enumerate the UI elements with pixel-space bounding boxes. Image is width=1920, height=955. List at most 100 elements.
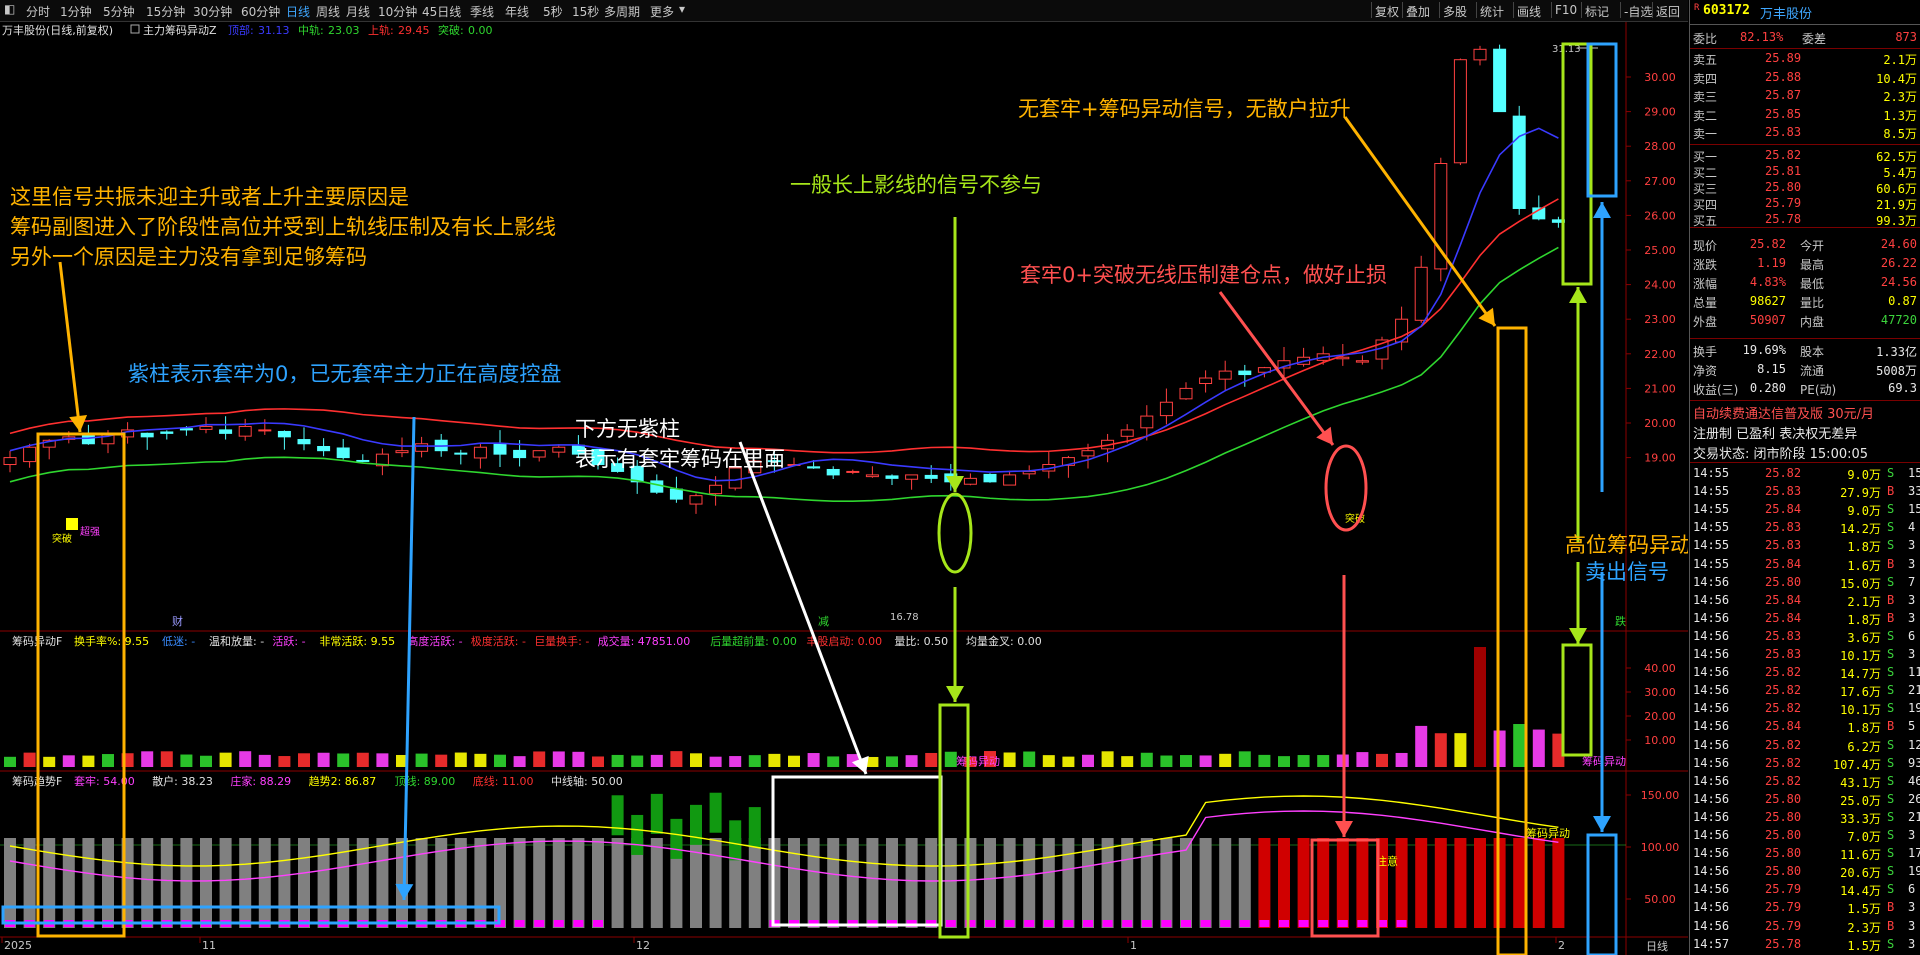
trend-bar [1062,838,1075,928]
volume-bar [180,754,193,767]
trend-bar [905,838,918,928]
trend-bar [1474,838,1486,928]
arrow-red-1-head [1316,426,1333,445]
kline-chart[interactable]: 万丰股份(日线,前复权) 主力筹码异动Z 顶部: 31.13 中轨: 23.03 上轨: 29… [0,22,1688,955]
trap-purple-bar [1357,920,1368,927]
annot-no-purple-1: 下方无紫柱 [575,417,680,441]
annot-no-trap: 无套牢+筹码异动信号，无散户拉升 [1018,97,1351,121]
arrow-green-up-head [946,476,964,492]
toolbar-button-5[interactable]: F10 [1555,3,1577,17]
arrow-blue-right-down-head [1593,816,1611,832]
toolbar-button-1[interactable]: 叠加 [1406,3,1430,20]
volume-bar [1356,752,1369,767]
volume-bar [827,756,840,767]
candle-body [826,468,840,476]
stock-code: 603172 [1703,3,1750,18]
volume-bar [435,754,448,767]
indicator-toggle-icon[interactable] [130,24,140,34]
trend-bar [807,838,820,928]
trend-bar [1101,838,1114,928]
annot-build-point: 套牢0+突破无线压制建仓点，做好止损 [1020,263,1387,287]
trap-purple-bar [1083,920,1093,927]
toolbar-button-2[interactable]: 多股 [1443,3,1467,20]
trend-bar [82,838,95,928]
toolbar-button-0[interactable]: 复权 [1375,3,1399,20]
volume-bar [513,756,526,767]
toolbar-button-7[interactable]: -自选 [1624,3,1652,20]
sub2-item-3: 趋势2: 86.87 [309,775,377,788]
indicator-value-1: 23.03 [328,24,360,37]
trap-purple-bar [1337,920,1348,927]
candle-body [454,452,468,455]
trend-bar [180,838,193,928]
price-label-11: 19.00 [1644,452,1676,465]
volume-bar [650,754,663,767]
volume-bar [925,752,938,767]
candle-body [650,480,664,493]
trend-bar [160,838,173,928]
sub2-item-6: 中线轴: 50.00 [551,774,623,788]
candle-body [1512,115,1526,209]
ask-row-3: 卖二 25.85 1.3万 [1693,106,1917,123]
trend-bar [1317,838,1330,928]
candle-body [689,495,703,505]
tick-row-5: 14:55 25.84 1.6万 B 3 [1693,556,1916,573]
toolbar-button-3[interactable]: 统计 [1480,3,1504,20]
trend-bar [592,838,604,928]
trend-bar [846,838,859,928]
trend-green-bar [611,795,624,836]
tick-row-12: 14:56 25.82 17.6万 S 21 [1693,683,1920,700]
sub1-item-11: 量比: 0.50 [894,635,948,648]
trend-bar [1454,838,1467,928]
ask-row-2: 卖三 25.87 2.3万 [1693,88,1917,104]
volume-bar [1238,751,1251,767]
indicator-line-1: 中轨: [298,23,324,37]
indicator-value-2: 29.45 [398,24,430,37]
tick-row-21: 14:56 25.80 11.6万 S 17 [1693,846,1920,863]
tick-row-10: 14:56 25.83 10.1万 S 3 [1693,647,1916,663]
volume-bar [82,755,95,767]
bid-row-2: 买三 25.80 60.6万 [1693,180,1917,196]
toolbar-button-4[interactable]: 画线 [1517,3,1541,20]
sub2-item-4: 顶线: 89.00 [395,774,456,788]
trend-green-bar [709,792,722,833]
arrow-blue-right-up-head [1593,202,1611,218]
trend-bar [298,838,310,928]
trend-bar [944,838,957,928]
trap-purple-bar [1161,920,1172,927]
trend-bar [1238,838,1251,928]
trend-bar [1003,838,1016,928]
ad-banner[interactable]: 自动续费通达信普及版 30元/月 [1690,403,1920,422]
sub1-item-9: 后量超前量: 0.00 [710,634,797,648]
tick-row-13: 14:56 25.82 10.1万 S 19 [1693,701,1920,718]
volume-bar [1532,729,1545,767]
stock-name[interactable]: 万丰股份 [1760,3,1812,22]
sub1-axis-1: 30.00 [1644,686,1676,699]
trend-bar [415,838,428,928]
trap-purple-bar [1063,920,1074,927]
trend-bar [102,838,114,928]
indicator-line-3: 突破: [438,23,464,37]
trap-purple-bar [1220,920,1231,927]
stat2-row-0: 换手 19.69% 股本 1.33亿 [1693,343,1917,359]
trap-purple-bar [945,920,956,927]
date-label-2: 12 [636,939,650,952]
toolbar-button-8[interactable]: 返回 [1656,3,1680,20]
candle-body [199,425,213,430]
candle-body [807,466,821,469]
toolbar-button-6[interactable]: 标记 [1585,3,1609,20]
volume-bar [1101,751,1114,767]
tick-row-0: 14:55 25.82 9.0万 S 15 [1693,466,1920,482]
tick-row-6: 14:56 25.80 15.0万 S 7 [1693,574,1916,591]
sub2-axis-2: 50.00 [1644,893,1676,906]
trend-bar [1434,838,1447,928]
trap-purple-bar [1181,920,1191,927]
price-label-6: 24.00 [1644,279,1676,292]
sub1-item-0: 换手率%: 9.55 [74,634,149,648]
candle-body [1355,360,1369,363]
sub1-axis-0: 40.00 [1644,662,1676,675]
sub1-item-1: 低迷: - [162,635,195,648]
trend-bar [650,838,663,928]
tick-row-19: 14:56 25.80 33.3万 S 21 [1693,809,1920,826]
tick-row-3: 14:55 25.83 14.2万 S 4 [1693,520,1916,537]
